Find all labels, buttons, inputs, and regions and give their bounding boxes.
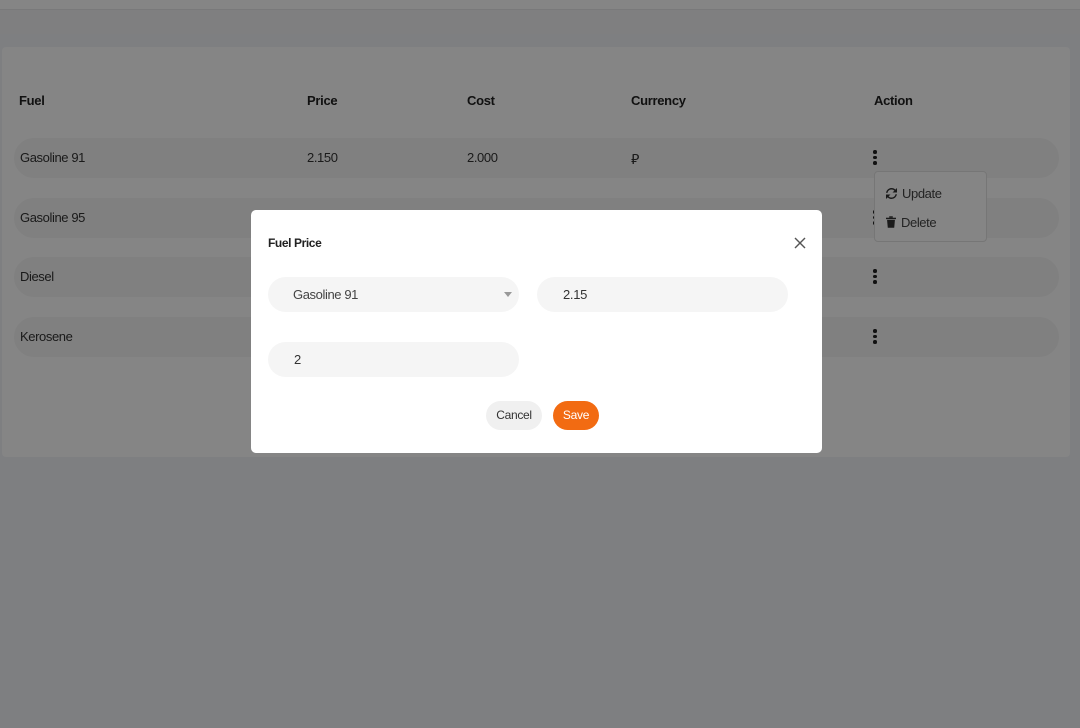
cost-input[interactable] (268, 342, 519, 377)
fuel-select[interactable]: Gasoline 91 (268, 277, 519, 312)
cost-field[interactable] (268, 342, 519, 377)
chevron-down-icon (504, 292, 512, 297)
fuel-price-modal: Fuel Price Gasoline 91 Cancel Save (251, 210, 822, 453)
close-icon[interactable] (790, 233, 810, 253)
modal-title: Fuel Price (268, 236, 322, 250)
save-button[interactable]: Save (553, 401, 599, 430)
fuel-select-value: Gasoline 91 (293, 287, 358, 302)
price-field[interactable] (537, 277, 788, 312)
price-input[interactable] (537, 277, 788, 312)
cancel-button[interactable]: Cancel (486, 401, 542, 430)
